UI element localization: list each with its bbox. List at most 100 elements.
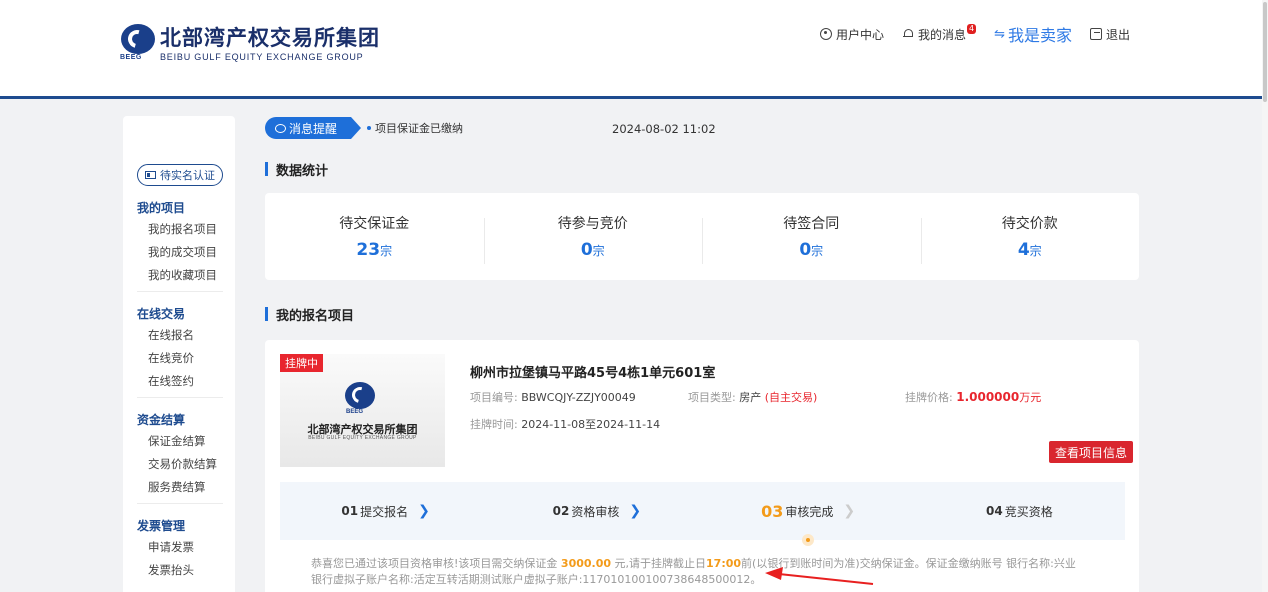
stat-pending-contract[interactable]: 待签合同 0宗 [702, 214, 921, 264]
project-type: 项目类型: 房产 (自主交易) [688, 389, 817, 405]
stat-pending-payment[interactable]: 待交价款 4宗 [920, 214, 1140, 264]
project-period-label: 挂牌时间: [470, 418, 518, 431]
notice-bullet [367, 126, 372, 130]
project-period: 挂牌时间: 2024-11-08至2024-11-14 [470, 416, 660, 432]
top-nav: 用户中心 我的消息 4 ⇋ 我是卖家 退出 [802, 22, 1130, 46]
sidebar-item-signup-projects[interactable]: 我的报名项目 [137, 218, 223, 241]
view-project-button[interactable]: 查看项目信息 [1049, 441, 1134, 463]
sidebar-item-deal-projects[interactable]: 我的成交项目 [137, 241, 223, 264]
thumbnail-logo-abbr: BEEG [346, 409, 364, 415]
project-type-extra: (自主交易) [764, 391, 818, 404]
step-label: 资格审核 [571, 504, 620, 519]
menu-title: 我的项目 [137, 201, 186, 215]
seller-icon: ⇋ [994, 26, 1005, 42]
stat-label: 待签合同 [783, 215, 840, 232]
stats-section-title: 数据统计 [265, 160, 328, 179]
sidebar-item-online-contract[interactable]: 在线签约 [137, 370, 223, 393]
messages-label: 我的消息 [917, 27, 966, 42]
project-type-value: 房产 [739, 391, 762, 404]
sidebar-item-price-settlement[interactable]: 交易价款结算 [137, 453, 223, 476]
thumbnail-logo-subtitle: BEIBU GULF EQUITY EXCHANGE GROUP [308, 435, 417, 441]
step-number: 01 [341, 504, 359, 518]
projects-section-title: 我的报名项目 [265, 305, 354, 324]
message-count-badge: 4 [966, 24, 977, 34]
sidebar-item-online-signup[interactable]: 在线报名 [137, 324, 223, 347]
step-label: 审核完成 [785, 504, 834, 519]
notice-tag[interactable]: 消息提醒 [265, 117, 362, 139]
stat-value: 0 [799, 239, 812, 260]
project-price-label: 挂牌价格: [905, 391, 953, 404]
step-review: 02 资格审核 ❯ [491, 503, 702, 520]
step-bid-qualification: 04 竞买资格 [914, 503, 1125, 520]
project-price: 挂牌价格: 1.000000万元 [905, 389, 1041, 405]
menu-title: 发票管理 [137, 519, 186, 533]
logout-label: 退出 [1105, 27, 1130, 42]
sidebar-item-fee-settlement[interactable]: 服务费结算 [137, 476, 223, 499]
notice-bar: 消息提醒 项目保证金已缴纳 [265, 117, 463, 139]
stat-label: 待交保证金 [339, 215, 410, 232]
stat-pending-bidding[interactable]: 待参与竞价 0宗 [483, 214, 703, 264]
logout-link[interactable]: 退出 [1089, 26, 1130, 43]
stat-pending-deposit[interactable]: 待交保证金 23宗 [265, 214, 484, 260]
project-thumbnail[interactable]: 挂牌中 BEEG 北部湾产权交易所集团 BEIBU GULF EQUITY EX… [280, 354, 445, 467]
scrollbar-thumb[interactable] [1263, 2, 1267, 102]
stat-unit: 宗 [380, 243, 393, 258]
menu-group-settlement: 资金结算 保证金结算 交易价款结算 服务费结算 [137, 410, 223, 504]
project-title[interactable]: 柳州市拉堡镇马平路45号4栋1单元601室 [470, 362, 715, 381]
project-card: 挂牌中 BEEG 北部湾产权交易所集团 BEIBU GULF EQUITY EX… [265, 340, 1139, 592]
beeg-logo-icon: BEEG [120, 24, 156, 61]
verify-identity-button[interactable]: 待实名认证 [137, 164, 223, 186]
project-type-label: 项目类型: [688, 391, 736, 404]
project-code-label: 项目编号: [470, 391, 518, 404]
user-center-label: 用户中心 [835, 27, 884, 42]
messages-link[interactable]: 我的消息 4 [902, 24, 977, 43]
logout-icon [1089, 28, 1102, 40]
project-price-unit: 万元 [1019, 391, 1042, 404]
sidebar-item-online-bidding[interactable]: 在线竞价 [137, 347, 223, 370]
stat-value: 0 [580, 239, 593, 260]
status-badge: 挂牌中 [280, 354, 323, 372]
logo-abbr: BEEG [120, 54, 142, 61]
sidebar-item-deposit-settlement[interactable]: 保证金结算 [137, 430, 223, 453]
deposit-amount: 3000.00 [560, 557, 612, 570]
chevron-right-icon: ❯ [843, 503, 856, 519]
message-bubble-icon [275, 123, 286, 133]
sidebar-item-apply-invoice[interactable]: 申请发票 [137, 536, 223, 559]
progress-steps: 01 提交报名 ❯ 02 资格审核 ❯ 03 审核完成 ❯ 04 竞买资格 [280, 482, 1125, 540]
user-center-link[interactable]: 用户中心 [819, 26, 884, 43]
step-number: 04 [986, 504, 1003, 518]
stat-unit: 宗 [811, 243, 824, 258]
project-period-value: 2024-11-08至2024-11-14 [521, 418, 661, 431]
page-scrollbar[interactable] [1262, 0, 1268, 592]
user-icon [819, 28, 832, 40]
project-price-value: 1.000000 [956, 390, 1020, 404]
menu-group-invoice: 发票管理 申请发票 发票抬头 [137, 516, 223, 586]
bell-icon [902, 28, 914, 40]
project-code: 项目编号: BBWCQJY-ZZJY00049 [470, 389, 636, 405]
menu-group-my-projects: 我的项目 我的报名项目 我的成交项目 我的收藏项目 [137, 198, 223, 292]
step-submit: 01 提交报名 ❯ [280, 503, 491, 520]
logo-subtitle: BEIBU GULF EQUITY EXCHANGE GROUP [160, 52, 364, 62]
deposit-instructions: 恭喜您已通过该项目资格审核!该项目需交纳保证金 3000.00 元,请于挂牌截止… [311, 556, 1081, 588]
stat-value: 23 [356, 239, 381, 260]
verify-label: 待实名认证 [160, 169, 215, 182]
notice-tag-label: 消息提醒 [289, 121, 338, 136]
stat-label: 待交价款 [1001, 215, 1058, 232]
menu-group-online-trading: 在线交易 在线报名 在线竞价 在线签约 [137, 304, 223, 398]
menu-title: 资金结算 [137, 413, 186, 427]
stat-unit: 宗 [592, 243, 605, 258]
step-label: 竞买资格 [1004, 504, 1053, 519]
desc-part-2: 元,请于挂牌截止日 [614, 557, 707, 570]
sidebar-item-favorite-projects[interactable]: 我的收藏项目 [137, 264, 223, 287]
sidebar-item-invoice-header[interactable]: 发票抬头 [137, 559, 223, 582]
notice-time: 2024-08-02 11:02 [612, 122, 716, 136]
notice-text[interactable]: 项目保证金已缴纳 [375, 120, 463, 136]
chevron-right-icon: ❯ [629, 503, 642, 519]
step-review-complete: 03 审核完成 ❯ [703, 502, 914, 521]
stat-value: 4 [1017, 239, 1030, 260]
logo[interactable]: BEEG 北部湾产权交易所集团 BEIBU GULF EQUITY EXCHAN… [120, 24, 380, 62]
seller-link[interactable]: ⇋ 我是卖家 [994, 22, 1072, 46]
step-number: 02 [552, 504, 570, 518]
desc-part-1: 恭喜您已通过该项目资格审核!该项目需交纳保证金 [311, 557, 558, 570]
stat-label: 待参与竞价 [557, 215, 628, 232]
